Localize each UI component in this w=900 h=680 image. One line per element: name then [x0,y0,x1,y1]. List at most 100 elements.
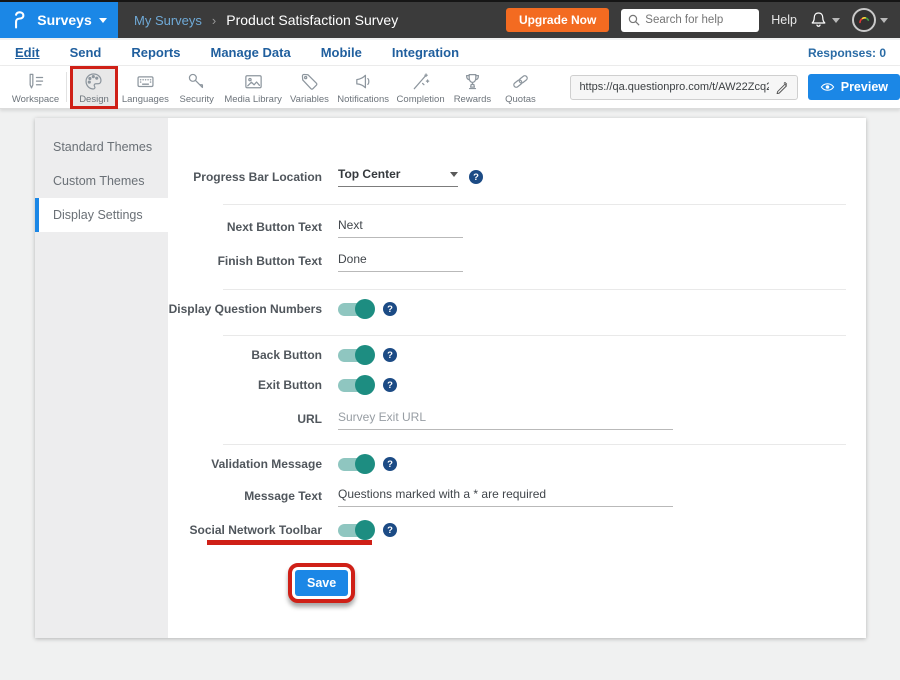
toolbar-item-design[interactable]: Design [70,66,118,109]
upgrade-now-button[interactable]: Upgrade Now [506,8,609,32]
chain-icon [510,70,531,92]
palette-icon [83,70,104,92]
validation-message-label: Validation Message [168,457,322,471]
keyboard-icon [135,70,156,92]
toolbar-item-label: Notifications [337,94,389,105]
progress-bar-location-label: Progress Bar Location [168,170,322,184]
bell-icon [809,10,828,30]
wand-icon [410,70,431,92]
help-link[interactable]: Help [771,13,797,27]
exit-url-label: URL [168,412,322,426]
header-actions: Upgrade Now Help [506,8,900,32]
progress-bar-location-row: Progress Bar Location Top Center ? [168,162,866,192]
trophy-icon [462,70,483,92]
toolbar-item-label: Workspace [12,94,59,105]
social-network-toolbar-label: Social Network Toolbar [168,523,322,537]
survey-url-input[interactable] [579,81,768,93]
annotation-save-highlight: Save [288,563,355,603]
toolbar-item-label: Variables [290,94,329,105]
toolbar-item-label: Rewards [454,94,492,105]
exit-url-input[interactable] [338,408,673,430]
tag-icon [299,70,320,92]
back-button-row: Back Button ? [168,342,866,368]
sidebar-item-custom-themes[interactable]: Custom Themes [35,164,168,198]
progress-bar-location-select[interactable]: Top Center [338,167,458,187]
chevron-down-icon [832,18,840,23]
preview-button[interactable]: Preview [808,74,900,100]
next-button-text-row: Next Button Text [168,211,866,243]
exit-button-toggle[interactable] [338,379,372,392]
preview-button-label: Preview [841,80,888,94]
back-button-toggle[interactable] [338,349,372,362]
sidebar-item-standard-themes[interactable]: Standard Themes [35,130,168,164]
help-icon[interactable]: ? [383,523,397,537]
toolbar-item-label: Languages [122,94,169,105]
toolbar-item-variables[interactable]: Variables [285,66,333,109]
toolbar-item-workspace[interactable]: Workspace [8,66,63,109]
sidebar-item-display-settings[interactable]: Display Settings [35,198,168,232]
next-button-text-label: Next Button Text [168,220,322,234]
tab-manage-data[interactable]: Manage Data [210,45,290,60]
app-switcher[interactable]: Surveys [0,2,118,38]
display-question-numbers-row: Display Question Numbers ? [168,296,866,322]
toolbar-divider [66,72,67,102]
annotation-social-underline [207,540,372,545]
toolbar-item-languages[interactable]: Languages [118,66,173,109]
top-header: Surveys My Surveys › Product Satisfactio… [0,0,900,38]
tab-integration[interactable]: Integration [392,45,459,60]
section-divider [223,289,846,290]
tab-reports[interactable]: Reports [131,45,180,60]
survey-nav: Edit Send Reports Manage Data Mobile Int… [0,40,900,66]
message-text-label: Message Text [168,489,322,503]
exit-button-row: Exit Button ? [168,372,866,398]
image-icon [243,70,264,92]
edit-url-icon[interactable] [775,80,789,94]
edit-toolbar: Workspace Design Languages Security Medi… [0,66,900,109]
help-search[interactable] [621,9,759,32]
tab-send[interactable]: Send [70,45,102,60]
message-text-input[interactable] [338,485,673,507]
validation-message-toggle[interactable] [338,458,372,471]
toolbar-item-media-library[interactable]: Media Library [221,66,286,109]
toolbar-item-security[interactable]: Security [173,66,221,109]
toolbar-item-completion[interactable]: Completion [393,66,449,109]
toolbar-item-label: Media Library [224,94,282,105]
help-icon[interactable]: ? [383,348,397,362]
app-label: Surveys [37,12,91,28]
finish-button-text-input[interactable] [338,250,463,272]
search-input[interactable] [645,14,752,26]
help-icon[interactable]: ? [383,457,397,471]
responses-count[interactable]: Responses: 0 [808,46,900,60]
design-sidebar: Standard Themes Custom Themes Display Se… [35,118,168,638]
display-settings-form: Progress Bar Location Top Center ? Next … [168,118,866,638]
search-icon [628,14,640,26]
progress-bar-location-value: Top Center [338,167,400,181]
toolbar-item-quotas[interactable]: Quotas [496,66,544,109]
survey-url-box [570,75,797,100]
tab-edit[interactable]: Edit [15,45,40,60]
breadcrumb: My Surveys › Product Satisfaction Survey [134,12,398,28]
tab-mobile[interactable]: Mobile [321,45,362,60]
help-icon[interactable]: ? [383,378,397,392]
design-settings-card: Standard Themes Custom Themes Display Se… [35,118,866,638]
toolbar-item-notifications[interactable]: Notifications [333,66,392,109]
next-button-text-input[interactable] [338,216,463,238]
workspace-icon [25,70,46,92]
account-menu[interactable] [852,8,888,32]
exit-url-row: URL [168,404,866,434]
breadcrumb-my-surveys[interactable]: My Surveys [134,13,202,28]
display-question-numbers-toggle[interactable] [338,303,372,316]
finish-button-text-label: Finish Button Text [168,254,322,268]
finish-button-text-row: Finish Button Text [168,245,866,277]
help-icon[interactable]: ? [469,170,483,184]
avatar [852,8,876,32]
chevron-down-icon [880,18,888,23]
toolbar-item-rewards[interactable]: Rewards [448,66,496,109]
section-divider [223,204,846,205]
save-button[interactable]: Save [295,570,348,596]
social-network-toolbar-toggle[interactable] [338,524,372,537]
notifications-menu[interactable] [809,10,840,30]
message-text-row: Message Text [168,481,866,511]
help-icon[interactable]: ? [383,302,397,316]
section-divider [223,335,846,336]
